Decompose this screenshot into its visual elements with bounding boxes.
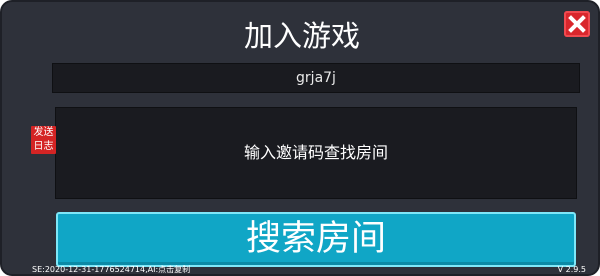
dialog-title: 加入游戏 [243, 19, 360, 53]
send-log-label-line2: 日志 [33, 141, 54, 152]
room-search-area[interactable]: 输入邀请码查找房间 [55, 107, 577, 199]
room-code-input[interactable]: grja7j [52, 63, 580, 93]
close-button[interactable] [564, 11, 590, 37]
search-prompt-text: 输入邀请码查找房间 [243, 143, 388, 162]
close-icon [564, 11, 590, 37]
version-label: V 2.9.5 [557, 265, 586, 274]
send-log-button[interactable]: 发送 日志 [31, 126, 56, 154]
session-info-text[interactable]: SE:2020-12-31-1776524714,AI:点击复制 [32, 265, 190, 274]
search-room-button[interactable]: 搜索房间 [56, 212, 576, 267]
send-log-label-line1: 发送 [33, 127, 54, 138]
join-game-dialog: 加入游戏 grja7j 输入邀请码查找房间 发送 日志 搜索房间 SE:2020… [0, 0, 600, 276]
